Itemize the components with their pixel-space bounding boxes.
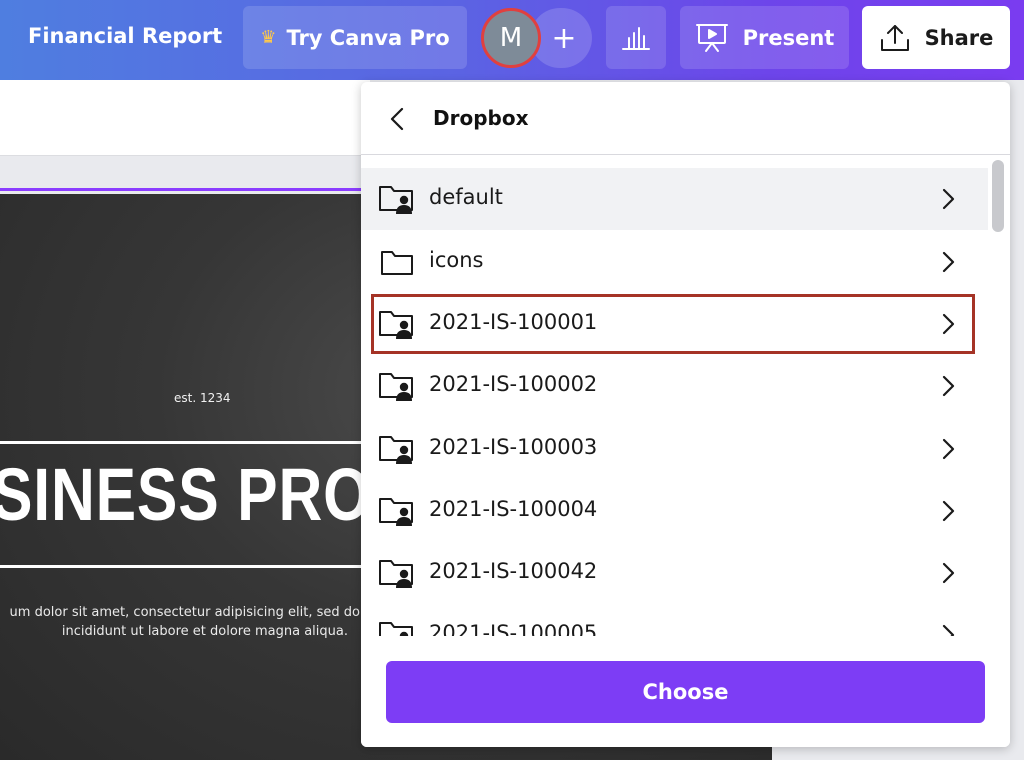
folder-row-2021-is-100004[interactable]: 2021-IS-100004 [361,480,988,542]
shared-folder-icon [379,186,413,214]
document-title[interactable]: Financial Report [28,24,222,48]
top-bar: Financial Report ♛ Try Canva Pro + M Pre… [0,0,1024,80]
slide-bottom-rule[interactable] [0,565,370,568]
shared-folder-icon [379,311,413,339]
folder-row-2021-is-100002[interactable]: 2021-IS-100002 [361,355,988,417]
dropbox-panel: Dropbox default icons 2021-IS-100001 202… [361,82,1010,747]
slide-body-text[interactable]: um dolor sit amet, consectetur adipisici… [0,603,360,641]
present-label: Present [742,25,835,50]
shared-folder-icon [379,622,413,636]
folder-label: 2021-IS-100003 [429,435,598,459]
chevron-right-icon [942,188,955,210]
folder-label: icons [429,248,484,272]
folder-label: 2021-IS-100002 [429,372,598,396]
share-button[interactable]: Share [862,6,1010,69]
chevron-right-icon [942,313,955,335]
try-pro-label: Try Canva Pro [286,25,450,50]
chevron-right-icon [942,500,955,522]
share-label: Share [924,25,994,50]
present-button[interactable]: Present [680,6,849,69]
folder-label: 2021-IS-100042 [429,559,598,583]
editor-toolbar [0,80,370,156]
folder-label: default [429,185,503,209]
shared-folder-icon [379,436,413,464]
folder-list-scrollbar[interactable] [992,160,1004,636]
upload-icon [880,24,909,51]
folder-row-2021-is-100001[interactable]: 2021-IS-100001 [361,293,988,355]
shared-folder-icon [379,560,413,588]
chevron-right-icon [942,438,955,460]
folder-row-default[interactable]: default [361,168,988,230]
presentation-icon [695,23,728,52]
try-canva-pro-button[interactable]: ♛ Try Canva Pro [243,6,467,69]
crown-icon: ♛ [260,27,277,48]
slide-body-line-1: um dolor sit amet, consectetur adipisici… [9,605,360,620]
shared-folder-icon [379,498,413,526]
folder-row-2021-is-100042[interactable]: 2021-IS-100042 [361,542,988,604]
back-chevron-icon[interactable] [385,106,411,132]
slide-est-text[interactable]: est. 1234 [174,391,231,405]
folder-list[interactable]: default icons 2021-IS-100001 2021-IS-100… [361,156,988,636]
chevron-right-icon [942,375,955,397]
slide-top-rule[interactable] [0,441,370,444]
choose-label: Choose [642,680,729,704]
folder-label: 2021-IS-100004 [429,497,598,521]
chevron-right-icon [942,251,955,273]
folder-label: 2021-IS-100005 [429,621,598,636]
scrollbar-thumb[interactable] [992,160,1004,232]
choose-button[interactable]: Choose [386,661,985,723]
bar-chart-icon [622,26,650,50]
avatar-initial: M [499,23,523,53]
insights-button[interactable] [606,6,666,69]
folder-row-icons[interactable]: icons [361,231,988,293]
panel-title: Dropbox [433,106,529,130]
panel-header: Dropbox [361,82,1010,155]
slide-body-line-2: incididunt ut labore et dolore magna ali… [61,624,348,639]
shared-folder-icon [379,373,413,401]
chevron-right-icon [942,624,955,636]
folder-row-2021-is-100005[interactable]: 2021-IS-100005 [361,604,988,636]
plus-icon: + [551,20,577,56]
folder-icon [381,251,413,275]
chevron-right-icon [942,562,955,584]
folder-row-2021-is-100003[interactable]: 2021-IS-100003 [361,418,988,480]
avatar[interactable]: M [481,8,541,68]
folder-label: 2021-IS-100001 [429,310,598,334]
panel-footer: Choose [361,636,1010,747]
